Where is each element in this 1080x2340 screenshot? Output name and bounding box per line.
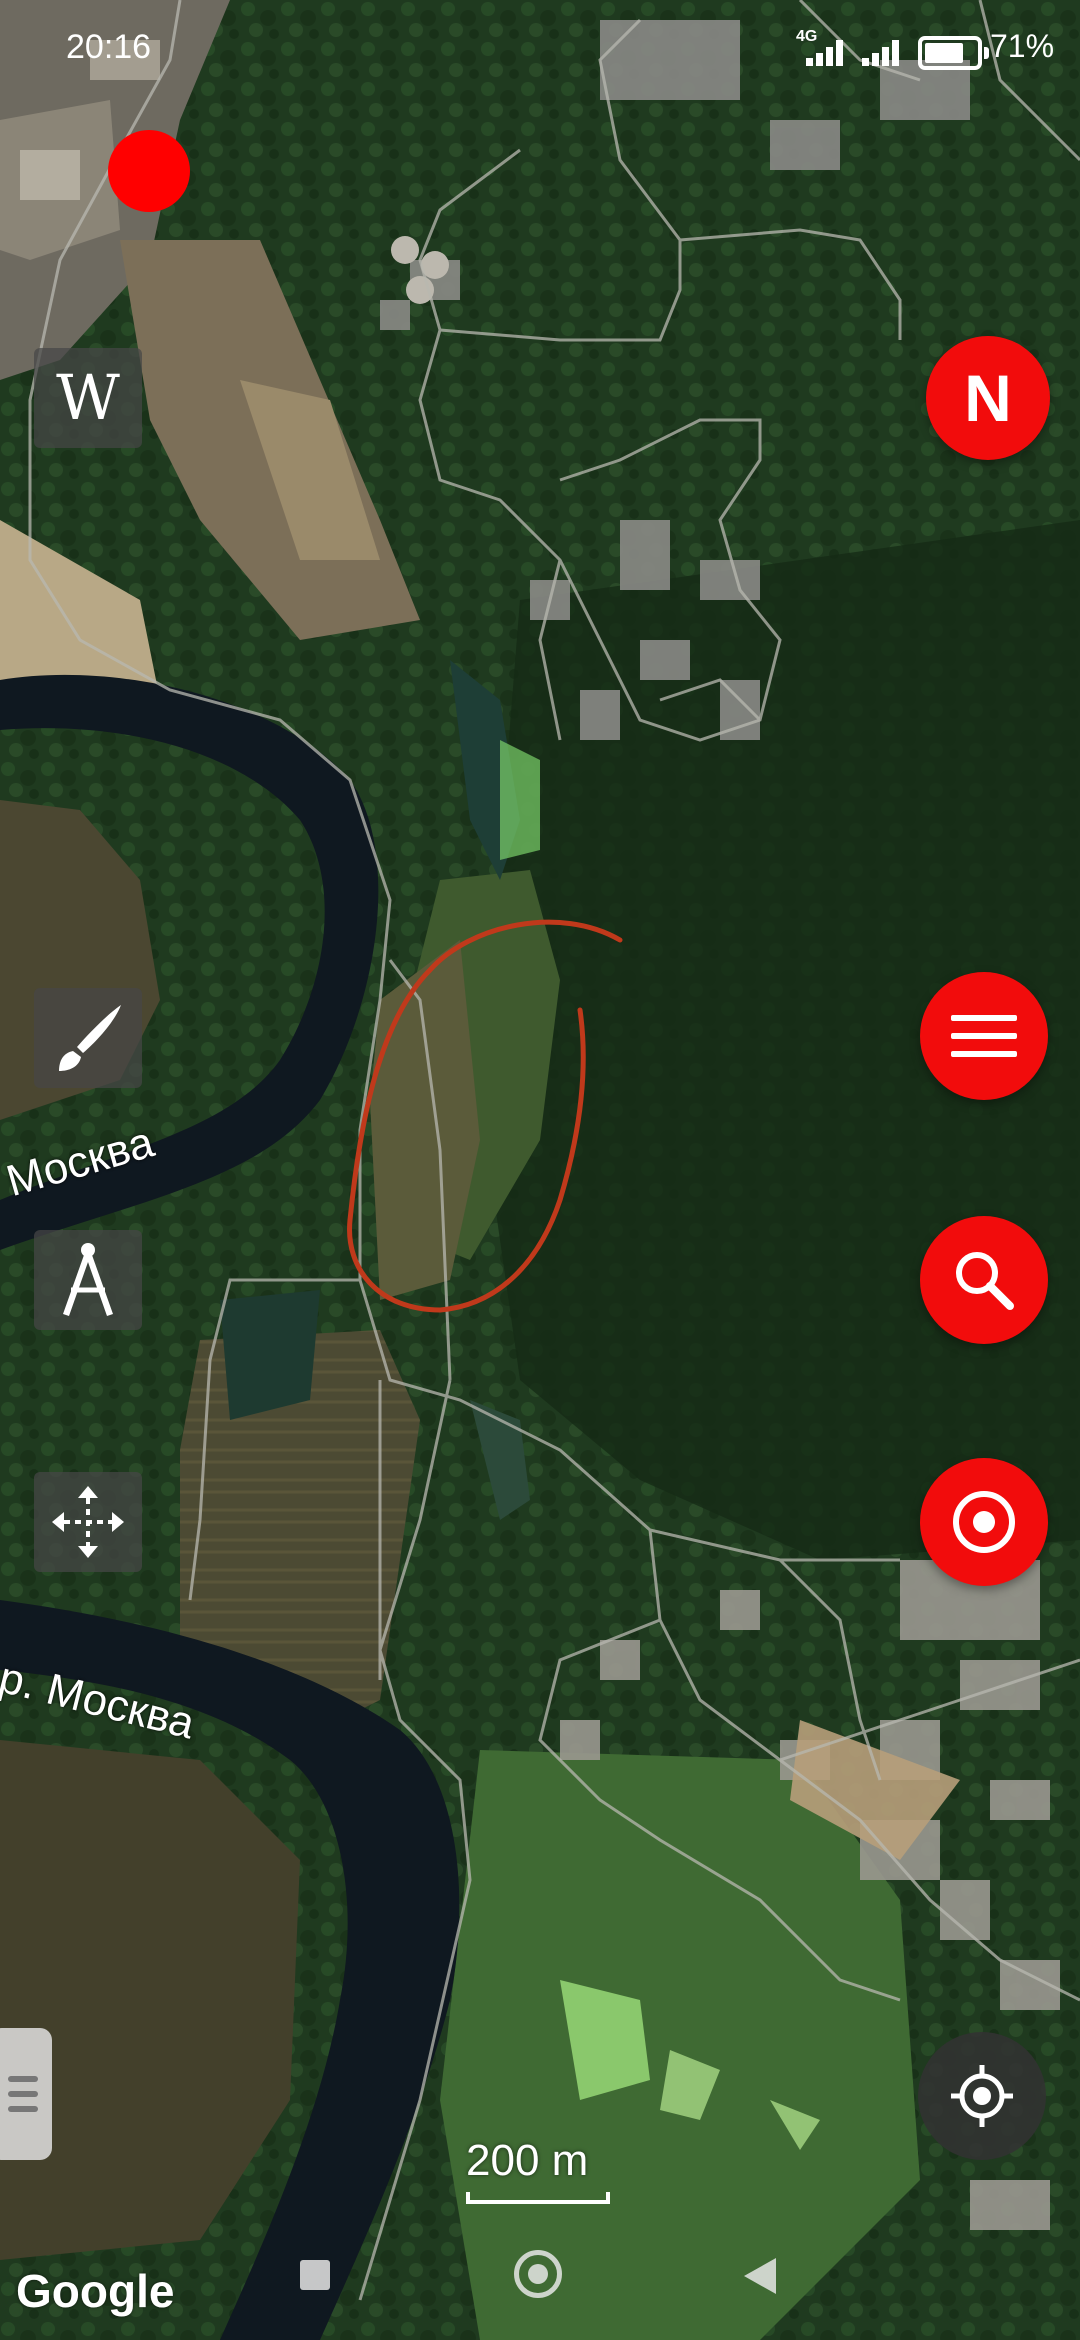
recording-indicator[interactable] — [108, 130, 190, 212]
brush-icon — [59, 1005, 121, 1071]
signal-icon — [862, 38, 908, 66]
signal-icon — [806, 38, 852, 66]
battery-level: 71% — [990, 28, 1055, 64]
north-button[interactable]: N — [926, 336, 1050, 460]
back-button[interactable] — [744, 2258, 776, 2294]
map-screen: 20:16 4G 71% W N Москва р. Москва 200 m … — [0, 0, 1080, 2340]
move-icon — [52, 1486, 124, 1558]
menu-button[interactable] — [920, 972, 1048, 1100]
my-location-button[interactable] — [918, 2032, 1046, 2160]
crosshair-icon — [951, 2065, 1013, 2127]
compass-icon — [63, 1243, 113, 1316]
search-icon — [956, 1252, 1014, 1310]
scale-bar — [466, 2192, 610, 2204]
search-button[interactable] — [920, 1216, 1048, 1344]
move-button[interactable] — [34, 1472, 142, 1572]
menu-icon — [951, 1015, 1017, 1057]
status-bar: 20:16 4G 71% — [0, 0, 1080, 96]
wikipedia-icon: W — [56, 361, 120, 434]
recents-button[interactable] — [300, 2260, 330, 2290]
drawer-handle[interactable] — [0, 2028, 52, 2160]
google-logo: Google — [16, 2265, 175, 2317]
scale-label: 200 m — [466, 2136, 589, 2185]
satellite-map[interactable] — [0, 0, 1080, 2340]
draw-button[interactable] — [34, 988, 142, 1088]
home-button[interactable] — [514, 2250, 562, 2298]
status-time: 20:16 — [66, 28, 152, 66]
north-label: N — [964, 361, 1012, 435]
wikipedia-button[interactable]: W — [34, 348, 142, 448]
measure-button[interactable] — [34, 1230, 142, 1330]
battery-icon — [918, 36, 989, 70]
target-icon — [953, 1491, 1015, 1553]
target-button[interactable] — [920, 1458, 1048, 1586]
